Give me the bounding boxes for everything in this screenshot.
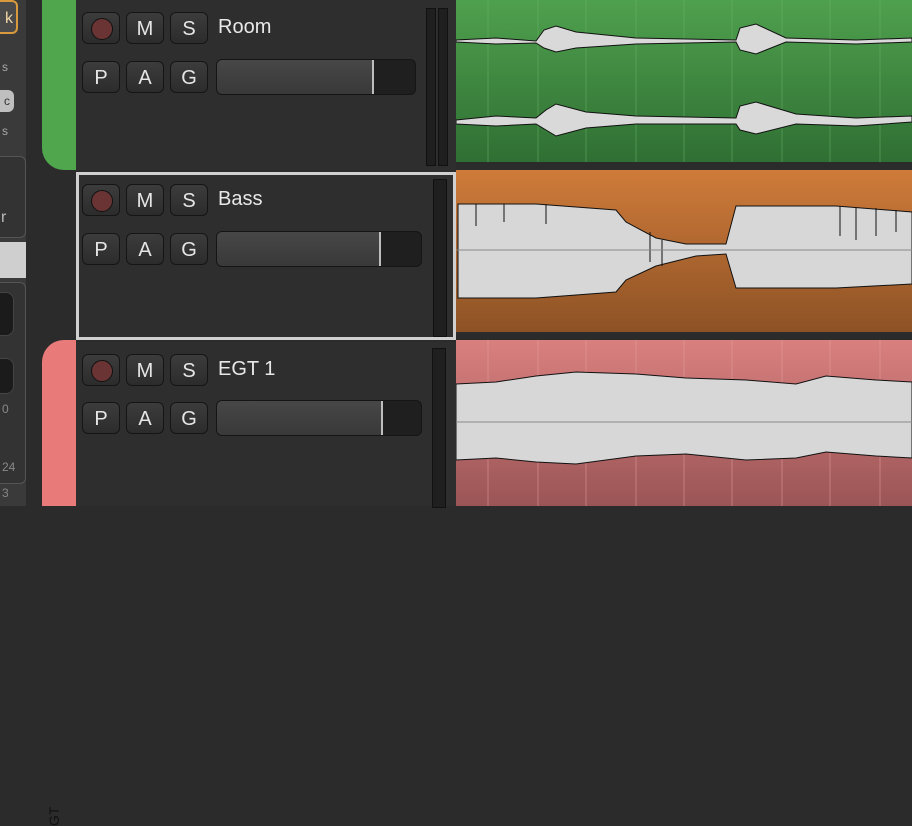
- inspector-text: 24: [2, 460, 16, 474]
- record-button[interactable]: [82, 184, 120, 216]
- track-color-tab-room[interactable]: [42, 0, 76, 170]
- volume-fader-fill: [217, 232, 381, 266]
- level-meter: [426, 8, 436, 166]
- waveform-room: [456, 0, 912, 162]
- volume-fader[interactable]: [216, 400, 422, 436]
- g-button[interactable]: G: [170, 61, 208, 93]
- track-tab-label: GT: [46, 806, 62, 826]
- solo-button[interactable]: S: [170, 354, 208, 386]
- inspector-box: r: [0, 156, 26, 238]
- p-button[interactable]: P: [82, 61, 120, 93]
- inspector-text: 3: [2, 486, 9, 500]
- solo-button[interactable]: S: [170, 12, 208, 44]
- record-button[interactable]: [82, 12, 120, 44]
- region-egt1[interactable]: [456, 340, 912, 506]
- volume-fader[interactable]: [216, 231, 422, 267]
- inspector-text: s: [2, 124, 8, 138]
- track-name[interactable]: EGT 1: [218, 358, 275, 381]
- level-meter: [438, 8, 448, 166]
- mute-button[interactable]: M: [126, 12, 164, 44]
- record-icon: [91, 18, 113, 40]
- level-meter: [432, 348, 446, 508]
- g-button[interactable]: G: [170, 233, 208, 265]
- left-inspector-panel: k s c s r 0 24 3: [0, 0, 26, 506]
- region-room[interactable]: [456, 0, 912, 162]
- waveform-bass: [456, 170, 912, 332]
- track-name[interactable]: Bass: [218, 188, 262, 211]
- inspector-pill[interactable]: c: [0, 90, 14, 112]
- volume-fader-fill: [217, 401, 383, 435]
- inspector-knob[interactable]: [0, 358, 14, 394]
- track-header-room[interactable]: M S Room P A G: [76, 0, 456, 170]
- volume-fader-fill: [217, 60, 374, 94]
- region-bass[interactable]: [456, 170, 912, 332]
- track-header-bass[interactable]: M S Bass P A G: [76, 172, 456, 340]
- p-button[interactable]: P: [82, 233, 120, 265]
- mute-button[interactable]: M: [126, 184, 164, 216]
- inspector-text: s: [2, 60, 8, 74]
- inspector-text: r: [1, 209, 7, 226]
- volume-fader[interactable]: [216, 59, 416, 95]
- waveform-egt1: [456, 340, 912, 506]
- g-button[interactable]: G: [170, 402, 208, 434]
- mute-button[interactable]: M: [126, 354, 164, 386]
- record-button[interactable]: [82, 354, 120, 386]
- record-icon: [91, 190, 113, 212]
- track-color-tab-egt[interactable]: GT: [42, 340, 76, 826]
- a-button[interactable]: A: [126, 233, 164, 265]
- p-button[interactable]: P: [82, 402, 120, 434]
- inspector-light-bar: [0, 242, 26, 278]
- a-button[interactable]: A: [126, 402, 164, 434]
- inspector-knob[interactable]: [0, 292, 14, 336]
- solo-button[interactable]: S: [170, 184, 208, 216]
- a-button[interactable]: A: [126, 61, 164, 93]
- track-header-egt1[interactable]: M S EGT 1 P A G: [76, 342, 456, 508]
- inspector-text: 0: [2, 402, 9, 416]
- level-meter: [433, 179, 447, 337]
- record-icon: [91, 360, 113, 382]
- inspector-toggle-button[interactable]: k: [0, 0, 18, 34]
- panel-separator: [26, 0, 42, 506]
- track-name[interactable]: Room: [218, 16, 271, 39]
- track-color-tab-bass[interactable]: [42, 172, 76, 340]
